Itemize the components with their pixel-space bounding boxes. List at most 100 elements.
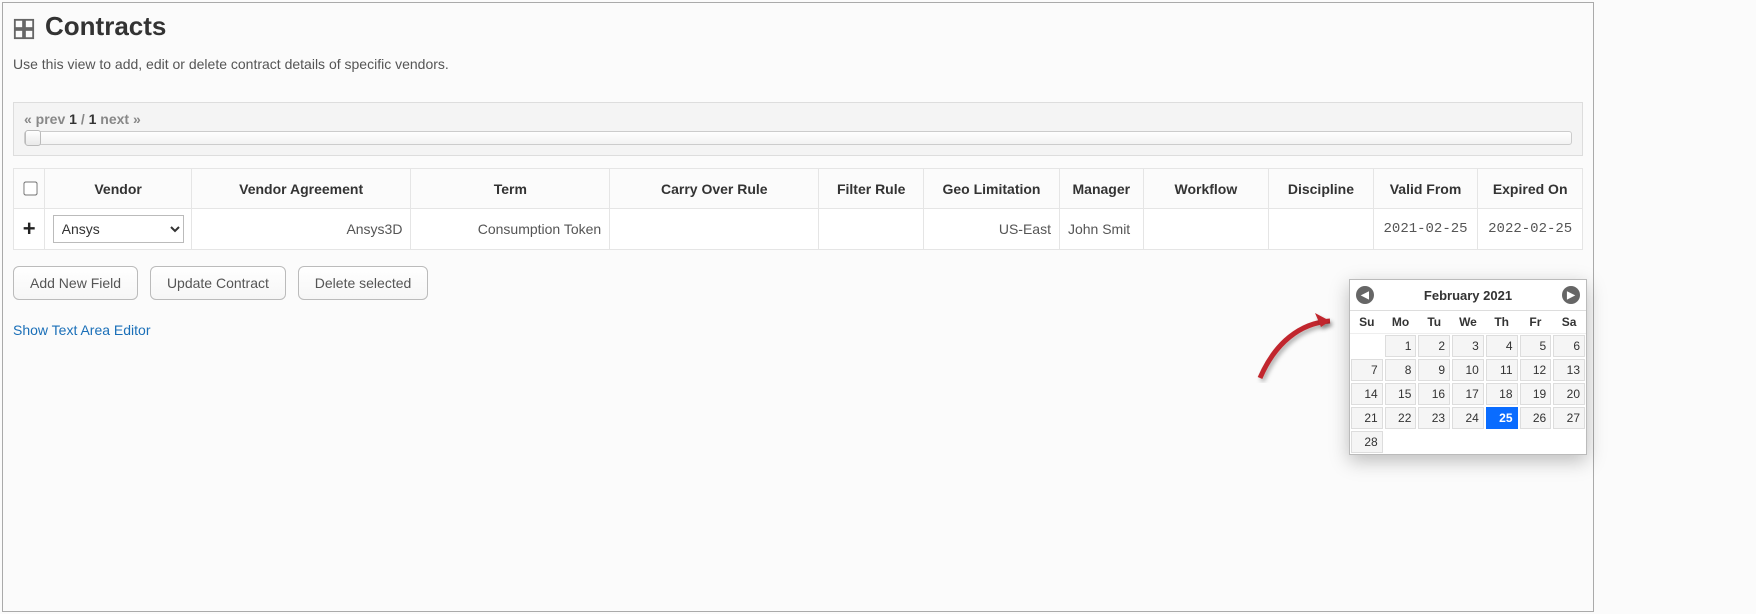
calendar-day[interactable]: 5 (1520, 335, 1552, 357)
plus-icon[interactable]: + (23, 216, 36, 241)
manager-input[interactable] (1060, 211, 1143, 247)
calendar-grid: Su Mo Tu We Th Fr Sa 1234567891011121314… (1350, 311, 1586, 454)
cell-vendor: Ansys (45, 209, 191, 250)
calendar-day[interactable]: 15 (1385, 383, 1417, 405)
calendar-day[interactable]: 6 (1553, 335, 1585, 357)
add-new-field-button[interactable]: Add New Field (13, 266, 138, 300)
calendar-day-empty (1351, 343, 1383, 349)
calendar-day-empty (1452, 439, 1484, 445)
cell-workflow (1143, 209, 1269, 250)
col-filter-rule[interactable]: Filter Rule (819, 169, 924, 209)
show-text-area-editor-link[interactable]: Show Text Area Editor (13, 322, 150, 338)
table-row: + Ansys (14, 209, 1583, 250)
calendar-day[interactable]: 22 (1385, 407, 1417, 429)
calendar-day[interactable]: 2 (1418, 335, 1450, 357)
calendar-day[interactable]: 10 (1452, 359, 1484, 381)
contracts-page: Contracts Use this view to add, edit or … (2, 2, 1594, 612)
calendar-day[interactable]: 11 (1486, 359, 1518, 381)
calendar-day[interactable]: 8 (1385, 359, 1417, 381)
table-header-row: Vendor Vendor Agreement Term Carry Over … (14, 169, 1583, 209)
col-expired-on[interactable]: Expired On (1478, 169, 1583, 209)
calendar-day[interactable]: 9 (1418, 359, 1450, 381)
dow-tu: Tu (1417, 311, 1451, 334)
pager-prev[interactable]: « prev (24, 111, 65, 127)
next-month-icon[interactable]: ▶ (1562, 286, 1580, 304)
dow-mo: Mo (1384, 311, 1418, 334)
dow-su: Su (1350, 311, 1384, 334)
cell-term (411, 209, 610, 250)
annotation-arrow-icon (1255, 303, 1345, 383)
cell-filter-rule (819, 209, 924, 250)
col-valid-from[interactable]: Valid From (1373, 169, 1478, 209)
term-input[interactable] (411, 211, 609, 247)
col-carry-over-rule[interactable]: Carry Over Rule (610, 169, 819, 209)
pager-current: 1 (69, 111, 77, 127)
pager-slider[interactable] (24, 131, 1572, 145)
dow-we: We (1451, 311, 1485, 334)
calendar-day[interactable]: 20 (1553, 383, 1585, 405)
col-workflow[interactable]: Workflow (1143, 169, 1269, 209)
action-bar: Add New Field Update Contract Delete sel… (13, 266, 1583, 300)
calendar-day[interactable]: 13 (1553, 359, 1585, 381)
workflow-input[interactable] (1144, 211, 1269, 247)
dow-th: Th (1485, 311, 1519, 334)
pager-text: « prev 1 / 1 next » (24, 111, 1572, 127)
pager-slider-handle[interactable] (25, 130, 41, 146)
geo-limitation-input[interactable] (924, 211, 1059, 247)
calendar-day[interactable]: 23 (1418, 407, 1450, 429)
col-term[interactable]: Term (411, 169, 610, 209)
calendar-day[interactable]: 27 (1553, 407, 1585, 429)
expired-on-input[interactable] (1478, 211, 1582, 247)
discipline-input[interactable] (1269, 211, 1373, 247)
page-title: Contracts (13, 11, 1583, 42)
pager-next[interactable]: next » (100, 111, 140, 127)
valid-from-input[interactable] (1374, 211, 1478, 247)
calendar-day[interactable]: 7 (1351, 359, 1383, 381)
cell-vendor-agreement (191, 209, 411, 250)
calendar-day-empty (1418, 439, 1450, 445)
calendar-day[interactable]: 14 (1351, 383, 1383, 405)
date-picker-header: ◀ February 2021 ▶ (1350, 280, 1586, 311)
update-contract-button[interactable]: Update Contract (150, 266, 286, 300)
calendar-day[interactable]: 17 (1452, 383, 1484, 405)
cell-discipline (1269, 209, 1374, 250)
vendor-select[interactable]: Ansys (53, 215, 184, 243)
col-manager[interactable]: Manager (1059, 169, 1143, 209)
vendor-agreement-input[interactable] (192, 211, 411, 247)
cell-expired-on (1478, 209, 1583, 250)
calendar-day-empty (1486, 439, 1518, 445)
prev-month-icon[interactable]: ◀ (1356, 286, 1374, 304)
calendar-day[interactable]: 4 (1486, 335, 1518, 357)
col-geo-limitation[interactable]: Geo Limitation (923, 169, 1059, 209)
calendar-day[interactable]: 18 (1486, 383, 1518, 405)
pager-sep: / (81, 111, 85, 127)
calendar-day[interactable]: 26 (1520, 407, 1552, 429)
carry-over-rule-input[interactable] (610, 211, 818, 247)
calendar-day[interactable]: 12 (1520, 359, 1552, 381)
date-picker: ◀ February 2021 ▶ Su Mo Tu We Th Fr Sa 1… (1349, 279, 1587, 455)
pager: « prev 1 / 1 next » (13, 102, 1583, 156)
calendar-day[interactable]: 21 (1351, 407, 1383, 429)
calendar-day[interactable]: 28 (1351, 431, 1383, 453)
calendar-day[interactable]: 1 (1385, 335, 1417, 357)
dow-sa: Sa (1552, 311, 1586, 334)
dow-fr: Fr (1519, 311, 1553, 334)
calendar-day[interactable]: 19 (1520, 383, 1552, 405)
filter-rule-input[interactable] (819, 211, 923, 247)
grid-icon (13, 16, 35, 38)
delete-selected-button[interactable]: Delete selected (298, 266, 429, 300)
cell-valid-from (1373, 209, 1478, 250)
cell-manager (1059, 209, 1143, 250)
cell-carry-over-rule (610, 209, 819, 250)
col-vendor-agreement[interactable]: Vendor Agreement (191, 169, 411, 209)
add-row-cell: + (14, 209, 45, 250)
calendar-day-empty (1385, 439, 1417, 445)
calendar-day[interactable]: 24 (1452, 407, 1484, 429)
select-all-checkbox[interactable] (23, 181, 37, 195)
calendar-day[interactable]: 16 (1418, 383, 1450, 405)
calendar-day[interactable]: 3 (1452, 335, 1484, 357)
calendar-day[interactable]: 25 (1486, 407, 1518, 429)
col-vendor[interactable]: Vendor (45, 169, 191, 209)
col-discipline[interactable]: Discipline (1269, 169, 1374, 209)
calendar-day-empty (1553, 439, 1585, 445)
